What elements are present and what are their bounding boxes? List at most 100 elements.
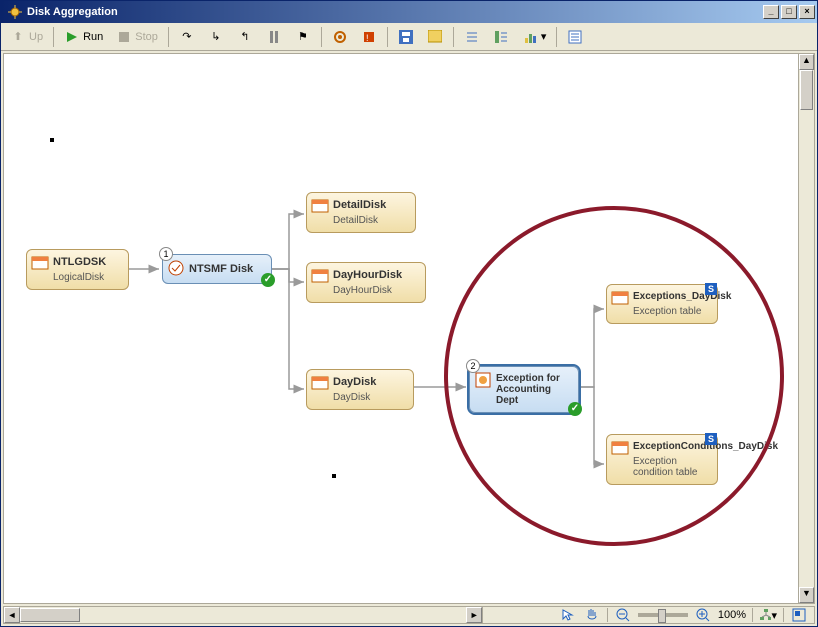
node-detaildisk[interactable]: DetailDisk DetailDisk (306, 192, 416, 233)
node-exceptions-daydisk[interactable]: S Exceptions_DayDisk Exception table (606, 284, 718, 324)
node-subtitle: DayHourDisk (333, 285, 417, 296)
overview-button[interactable] (790, 608, 808, 622)
node-ntlgdsk[interactable]: NTLGDSK LogicalDisk (26, 249, 129, 290)
list2-icon (493, 29, 509, 45)
scroll-down-arrow[interactable]: ▼ (799, 587, 814, 603)
process-icon (167, 259, 185, 277)
note-button[interactable] (422, 26, 448, 48)
step-into-icon: ↳ (208, 29, 224, 45)
note-icon (427, 29, 443, 45)
app-window: Disk Aggregation _ □ × ⬆ Up Run Stop ↷ ↳… (0, 0, 818, 627)
tool-button-5[interactable]: ⚑ (290, 26, 316, 48)
save-button[interactable] (393, 26, 419, 48)
tool-button-6[interactable] (327, 26, 353, 48)
marker-dot (50, 138, 54, 142)
node-title: DayDisk (333, 376, 405, 388)
tool-button-8[interactable] (459, 26, 485, 48)
separator (453, 27, 454, 47)
zoom-value: 100% (718, 609, 746, 621)
minimize-button[interactable]: _ (763, 5, 779, 19)
step-over-icon: ↷ (179, 29, 195, 45)
layout-button[interactable]: ▾ (759, 608, 777, 622)
separator (53, 27, 54, 47)
list-icon (464, 29, 480, 45)
stop-button[interactable]: Stop (111, 26, 163, 48)
scroll-right-arrow[interactable]: ► (466, 607, 482, 623)
zoom-toolbar: 100% ▾ (483, 606, 815, 624)
run-button[interactable]: Run (59, 26, 108, 48)
scroll-thumb[interactable] (800, 70, 813, 110)
pause-icon (266, 29, 282, 45)
node-subtitle: LogicalDisk (53, 272, 120, 283)
properties-icon (567, 29, 583, 45)
table-icon (31, 254, 49, 272)
table-icon (311, 374, 329, 392)
node-ntsmf-disk[interactable]: 1 NTSMF Disk ✓ (162, 254, 272, 284)
node-title: DetailDisk (333, 199, 407, 211)
save-icon (398, 29, 414, 45)
gear-icon (332, 29, 348, 45)
status-ok-badge: ✓ (261, 273, 275, 287)
node-dayhourdisk[interactable]: DayHourDisk DayHourDisk (306, 262, 426, 303)
up-arrow-icon: ⬆ (10, 29, 26, 45)
node-subtitle: Exception table (633, 306, 709, 317)
separator (607, 608, 608, 622)
status-ok-badge: ✓ (568, 402, 582, 416)
zoom-out-button[interactable] (614, 608, 632, 622)
bottom-bar: ◄ ► 100% ▾ (3, 606, 815, 624)
stop-label: Stop (135, 31, 158, 43)
pan-tool[interactable] (583, 608, 601, 622)
zoom-in-button[interactable] (694, 608, 712, 622)
separator (321, 27, 322, 47)
close-button[interactable]: × (799, 5, 815, 19)
flag-icon: ⚑ (295, 29, 311, 45)
node-title: Exceptions_DayDisk (633, 291, 709, 302)
scroll-up-arrow[interactable]: ▲ (799, 54, 814, 70)
diagram-canvas[interactable]: NTLGDSK LogicalDisk 1 NTSMF Disk ✓ Detai… (4, 54, 798, 603)
pointer-tool[interactable] (559, 608, 577, 622)
node-subtitle: DayDisk (333, 392, 405, 403)
node-title: NTLGDSK (53, 256, 120, 268)
up-button[interactable]: ⬆ Up (5, 26, 48, 48)
canvas-container: NTLGDSK LogicalDisk 1 NTSMF Disk ✓ Detai… (3, 53, 815, 604)
node-exceptionconditions-daydisk[interactable]: S ExceptionConditions_DayDisk Exception … (606, 434, 718, 485)
node-title: Exception for Accounting Dept (496, 373, 570, 406)
scroll-thumb[interactable] (20, 608, 80, 622)
node-title: DayHourDisk (333, 269, 417, 281)
process-icon (474, 371, 492, 389)
connectors (4, 54, 798, 603)
tool-button-10[interactable]: ▾ (517, 26, 552, 48)
titlebar: Disk Aggregation _ □ × (1, 1, 817, 23)
tool-button-1[interactable]: ↷ (174, 26, 200, 48)
zoom-slider[interactable] (638, 613, 688, 617)
vertical-scrollbar[interactable]: ▲ ▼ (798, 54, 814, 603)
validate-icon: ! (361, 29, 377, 45)
table-icon (611, 439, 629, 457)
tool-button-4[interactable] (261, 26, 287, 48)
scroll-track[interactable] (20, 607, 466, 623)
up-label: Up (29, 31, 43, 43)
marker-dot (332, 474, 336, 478)
horizontal-scrollbar[interactable]: ◄ ► (3, 606, 483, 624)
chart-icon (522, 29, 538, 45)
node-title: ExceptionConditions_DayDisk (633, 441, 709, 452)
tool-button-2[interactable]: ↳ (203, 26, 229, 48)
separator (168, 27, 169, 47)
properties-button[interactable] (562, 26, 588, 48)
separator (752, 608, 753, 622)
tool-button-7[interactable]: ! (356, 26, 382, 48)
tool-button-9[interactable] (488, 26, 514, 48)
node-exception-accounting[interactable]: 2 Exception for Accounting Dept ✓ (469, 366, 579, 413)
tool-button-3[interactable]: ↰ (232, 26, 258, 48)
svg-text:!: ! (366, 33, 369, 43)
s-flag-badge: S (705, 433, 717, 445)
separator (556, 27, 557, 47)
s-flag-badge: S (705, 283, 717, 295)
table-icon (611, 289, 629, 307)
node-daydisk[interactable]: DayDisk DayDisk (306, 369, 414, 410)
scroll-left-arrow[interactable]: ◄ (4, 607, 20, 623)
stop-icon (116, 29, 132, 45)
node-subtitle: DetailDisk (333, 215, 407, 226)
node-subtitle: Exception condition table (633, 456, 709, 478)
maximize-button[interactable]: □ (781, 5, 797, 19)
